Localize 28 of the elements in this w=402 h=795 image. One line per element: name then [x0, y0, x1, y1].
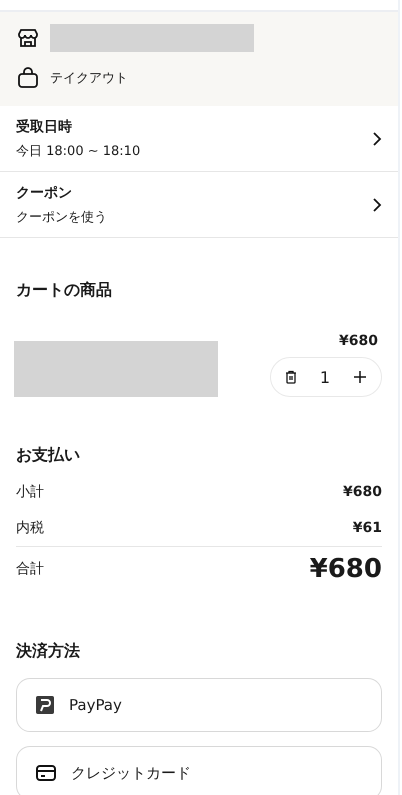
option-row[interactable]: 受取日時 今日 18:00 ~ 18:10: [0, 106, 398, 172]
plus-icon: [353, 370, 368, 384]
payment-method-option[interactable]: PayPay: [16, 678, 382, 732]
shopping-bag-icon: [16, 66, 40, 90]
option-value: 今日 18:00 ~ 18:10: [16, 143, 140, 160]
section-heading: 決済方法: [16, 641, 81, 662]
service-type: テイクアウト: [50, 70, 128, 87]
option-title: クーポン: [16, 184, 73, 202]
payment-label: 合計: [16, 560, 44, 578]
chevron-right-icon: [372, 131, 382, 147]
option-row[interactable]: クーポン クーポンを使う: [0, 172, 398, 238]
payment-amount: ¥680: [310, 554, 382, 584]
option-title: 受取日時: [16, 118, 73, 136]
section-heading: カートの商品: [16, 280, 113, 301]
option-value: クーポンを使う: [16, 209, 107, 226]
chevron-right-icon: [372, 197, 382, 213]
payment-amount: ¥680: [343, 484, 382, 500]
payment-amount: ¥61: [352, 520, 382, 536]
storefront-icon: [16, 26, 40, 50]
paypay-logo-icon: [35, 695, 55, 715]
payment-label: 内税: [16, 519, 44, 537]
payment-label: 小計: [16, 483, 44, 501]
trash-icon: [284, 370, 297, 384]
item-price: ¥680: [339, 333, 379, 349]
section-heading: お支払い: [16, 445, 81, 466]
credit-card-icon: [35, 764, 57, 782]
quantity-value: 1: [320, 368, 330, 386]
payment-method-option[interactable]: クレジットカード: [16, 746, 382, 795]
